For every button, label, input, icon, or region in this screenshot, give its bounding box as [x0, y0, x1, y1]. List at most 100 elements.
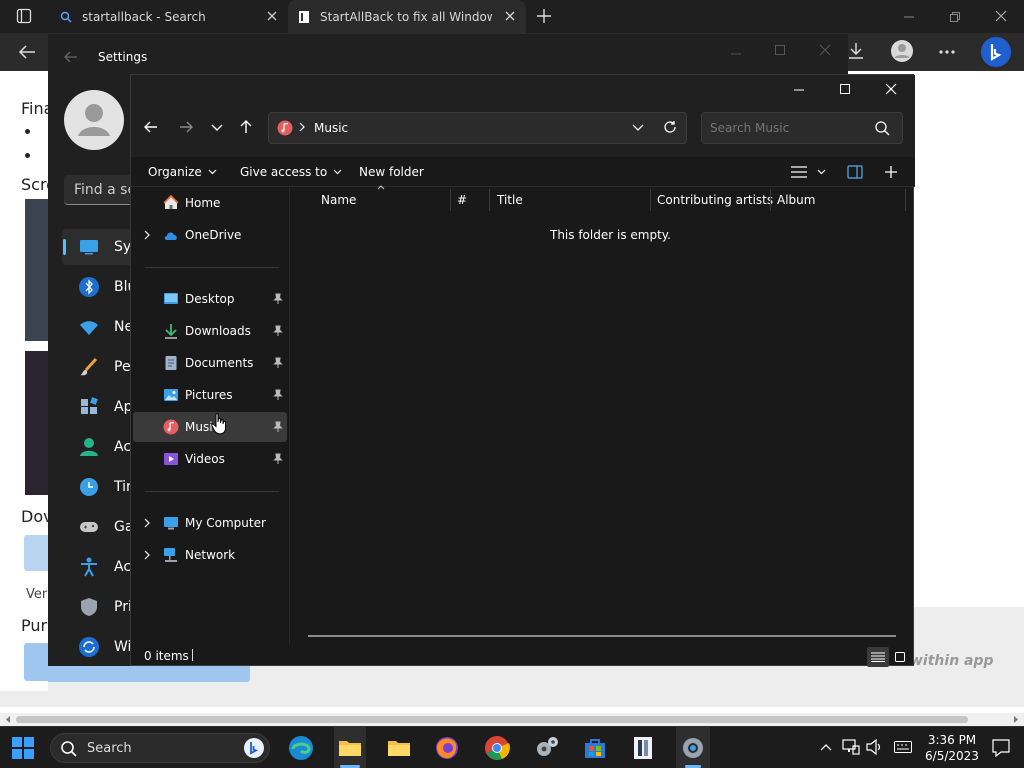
pin-icon[interactable]: [273, 293, 283, 305]
user-avatar[interactable]: [64, 90, 124, 150]
nav-item-pictures[interactable]: Pictures: [133, 380, 287, 410]
close-tab-icon[interactable]: [504, 10, 516, 22]
wifi-icon: [80, 321, 98, 335]
show-hidden-icons-chevron-icon[interactable]: [820, 743, 832, 751]
taskbar-search-box[interactable]: Search: [50, 733, 270, 763]
close-icon[interactable]: [819, 44, 831, 56]
back-arrow-icon[interactable]: [18, 44, 36, 60]
new-tab-icon[interactable]: [536, 8, 552, 24]
screenshot-thumbnail[interactable]: [25, 199, 48, 341]
restore-icon[interactable]: [948, 10, 962, 24]
tab-actions-icon[interactable]: [16, 8, 32, 24]
address-path[interactable]: Music: [314, 121, 348, 135]
windows-start-icon[interactable]: [12, 737, 34, 759]
nav-item-videos[interactable]: Videos: [133, 444, 287, 474]
refresh-icon[interactable]: [663, 120, 677, 134]
minimize-icon[interactable]: [793, 84, 805, 96]
download-icon[interactable]: [846, 41, 866, 61]
purchase-button[interactable]: [24, 643, 48, 681]
bing-copilot-icon[interactable]: [980, 36, 1012, 68]
column-header-title[interactable]: Title: [497, 189, 523, 211]
notification-icon[interactable]: [992, 739, 1010, 757]
breadcrumb-chevron-icon[interactable]: [299, 122, 305, 132]
close-icon[interactable]: [885, 83, 897, 95]
scroll-left-icon[interactable]: [4, 715, 12, 724]
back-arrow-icon[interactable]: [144, 121, 158, 133]
column-header-contributing-artists[interactable]: Contributing artists: [657, 189, 773, 211]
firefox-icon[interactable]: [434, 735, 460, 761]
column-header-number[interactable]: #: [457, 189, 467, 211]
column-header-album[interactable]: Album: [777, 189, 815, 211]
minimize-icon[interactable]: [730, 48, 742, 60]
taskbar-file-explorer-active[interactable]: [334, 727, 366, 768]
expand-chevron-icon[interactable]: [144, 230, 150, 240]
keyboard-icon[interactable]: [894, 741, 912, 753]
tab-startallback[interactable]: StartAllBack to fix all Windows 1: [288, 0, 526, 33]
back-arrow-icon[interactable]: [64, 51, 78, 63]
pin-icon[interactable]: [273, 389, 283, 401]
microsoft-store-icon[interactable]: [582, 735, 608, 761]
up-arrow-icon[interactable]: [240, 120, 252, 134]
folder-icon[interactable]: [386, 735, 412, 761]
scrollbar-thumb[interactable]: [16, 716, 968, 723]
download-button[interactable]: [24, 535, 48, 571]
chrome-icon[interactable]: [484, 735, 510, 761]
details-view-toggle[interactable]: [867, 647, 889, 667]
control-panel-gear-icon[interactable]: [534, 735, 560, 761]
close-icon[interactable]: [994, 9, 1008, 23]
preview-pane-icon[interactable]: [847, 165, 863, 179]
column-separator[interactable]: [450, 189, 451, 211]
edge-browser-icon[interactable]: [288, 735, 314, 761]
organize-button[interactable]: Organize: [148, 157, 217, 187]
pin-icon[interactable]: [273, 453, 283, 465]
startallback-app-icon[interactable]: [630, 735, 656, 761]
status-item-count: 0 items: [144, 649, 189, 663]
expand-chevron-icon[interactable]: [144, 518, 150, 528]
nav-item-home[interactable]: Home: [133, 188, 287, 218]
nav-item-desktop[interactable]: Desktop: [133, 284, 287, 314]
column-separator[interactable]: [489, 189, 490, 211]
nav-item-documents[interactable]: Documents: [133, 348, 287, 378]
pin-icon[interactable]: [273, 421, 283, 433]
maximize-icon[interactable]: [774, 44, 786, 56]
column-header-name[interactable]: Name: [321, 189, 356, 211]
profile-avatar-icon[interactable]: [890, 39, 914, 63]
tab-search[interactable]: startallback - Search: [48, 0, 286, 33]
nav-item-downloads[interactable]: Downloads: [133, 316, 287, 346]
view-options-chevron-icon[interactable]: [817, 169, 826, 175]
pin-icon[interactable]: [273, 325, 283, 337]
new-folder-button[interactable]: New folder: [359, 157, 424, 187]
forward-arrow-icon[interactable]: [179, 121, 193, 133]
scroll-right-icon[interactable]: [1012, 715, 1020, 724]
column-separator[interactable]: [905, 189, 906, 211]
pin-icon[interactable]: [273, 357, 283, 369]
volume-icon[interactable]: [866, 739, 884, 755]
recent-locations-chevron-icon[interactable]: [211, 124, 223, 132]
address-history-chevron-icon[interactable]: [632, 124, 644, 132]
column-separator[interactable]: [650, 189, 651, 211]
expand-chevron-icon[interactable]: [144, 550, 150, 560]
more-options-icon[interactable]: [938, 49, 956, 55]
close-tab-icon[interactable]: [266, 10, 278, 22]
taskbar-settings-active[interactable]: [676, 727, 710, 768]
address-bar[interactable]: Music: [268, 112, 687, 144]
pane-splitter[interactable]: [289, 188, 290, 644]
nav-item-music[interactable]: Music: [133, 412, 287, 442]
maximize-icon[interactable]: [839, 83, 851, 95]
nav-item-my-computer[interactable]: My Computer: [133, 508, 287, 538]
give-access-button[interactable]: Give access to: [240, 157, 342, 187]
screenshot-thumbnail[interactable]: [25, 351, 48, 495]
network-status-icon[interactable]: [842, 739, 860, 755]
search-input[interactable]: [710, 119, 860, 137]
large-icons-view-icon[interactable]: [894, 651, 906, 663]
search-box[interactable]: [701, 112, 903, 144]
column-separator[interactable]: [770, 189, 771, 211]
search-icon[interactable]: [875, 121, 890, 136]
add-icon[interactable]: [884, 165, 898, 179]
minimize-icon[interactable]: [902, 10, 916, 24]
nav-item-network[interactable]: Network: [133, 540, 287, 570]
view-details-icon[interactable]: [791, 166, 807, 178]
clock[interactable]: 3:36 PM 6/5/2023: [922, 732, 982, 764]
nav-item-onedrive[interactable]: OneDrive: [133, 220, 287, 250]
content-scrollbar-thumb[interactable]: [308, 635, 896, 637]
